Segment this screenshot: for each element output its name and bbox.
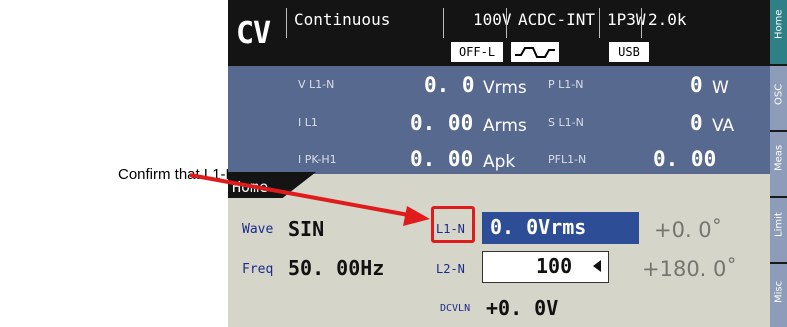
- voltage-value: 0. 0: [424, 73, 475, 97]
- source-label: ACDC-INT: [518, 10, 596, 29]
- cursor-left-icon: [593, 260, 601, 272]
- usb-badge: USB: [609, 42, 649, 62]
- header-divider: [286, 8, 287, 38]
- annotation-text: Confirm that L1-N.: [118, 166, 241, 183]
- l2n-label: L2-N: [436, 262, 465, 276]
- output-state-badge: OFF-L: [451, 42, 503, 62]
- wave-value[interactable]: SIN: [288, 217, 324, 241]
- apparent-power-label: S L1-N: [548, 116, 584, 129]
- peak-current-unit: Apk: [483, 152, 516, 172]
- l1n-voltage-value[interactable]: 0. 0Vrms: [490, 215, 586, 239]
- continuous-label: Continuous: [294, 10, 391, 29]
- header-divider: [443, 8, 444, 38]
- freq-label: Freq: [242, 262, 274, 277]
- side-menu-limit[interactable]: Limit: [770, 196, 787, 262]
- home-tab[interactable]: Home: [232, 178, 268, 196]
- mode-indicator: CV: [236, 16, 271, 51]
- side-menu-home[interactable]: Home: [770, 0, 787, 64]
- current-unit: Arms: [483, 116, 527, 136]
- side-menu-meas[interactable]: Meas: [770, 130, 787, 196]
- phase-config: 1P3W: [607, 10, 646, 29]
- side-menu-osc[interactable]: OSC: [770, 64, 787, 130]
- apparent-power-unit: VA: [712, 116, 735, 136]
- power-unit: W: [712, 78, 729, 98]
- voltage-unit: Vrms: [483, 78, 527, 98]
- voltage-label: V L1-N: [298, 78, 335, 91]
- side-menu-misc[interactable]: Misc: [770, 262, 787, 327]
- freq-value[interactable]: 50. 00Hz: [288, 256, 384, 280]
- waveform-icon: [511, 42, 559, 62]
- measurement-panel: V L1-N 0. 0 Vrms I L1 0. 00 Arms I PK-H1…: [228, 66, 770, 174]
- status-header: CV Continuous 100V ACDC-INT 1P3W 2.0k OF…: [228, 0, 770, 66]
- l2n-voltage-value[interactable]: 100: [536, 254, 572, 278]
- dcv-value[interactable]: +0. 0V: [486, 296, 558, 320]
- peak-current-value: 0. 00: [410, 147, 474, 171]
- l2n-phase[interactable]: +180. 0˚: [642, 257, 737, 281]
- frequency-range: 2.0k: [648, 10, 687, 29]
- peak-current-label: I PK-H1: [298, 153, 337, 166]
- power-value: 0: [690, 73, 703, 97]
- wave-label: Wave: [242, 222, 274, 237]
- device-screen: CV Continuous 100V ACDC-INT 1P3W 2.0k OF…: [228, 0, 787, 327]
- highlight-box: [431, 206, 475, 243]
- power-factor-label: PFL1-N: [548, 153, 587, 166]
- power-label: P L1-N: [548, 78, 584, 91]
- l1n-phase[interactable]: +0. 0˚: [654, 218, 722, 242]
- current-value: 0. 00: [410, 111, 474, 135]
- header-divider: [506, 8, 507, 38]
- header-divider: [641, 8, 642, 38]
- dcv-label: DCVLN: [440, 303, 471, 314]
- apparent-power-value: 0: [690, 111, 703, 135]
- side-menu: Home OSC Meas Limit Misc: [770, 0, 787, 327]
- header-divider: [599, 8, 600, 38]
- current-label: I L1: [298, 116, 318, 129]
- power-factor-value: 0. 00: [653, 147, 717, 171]
